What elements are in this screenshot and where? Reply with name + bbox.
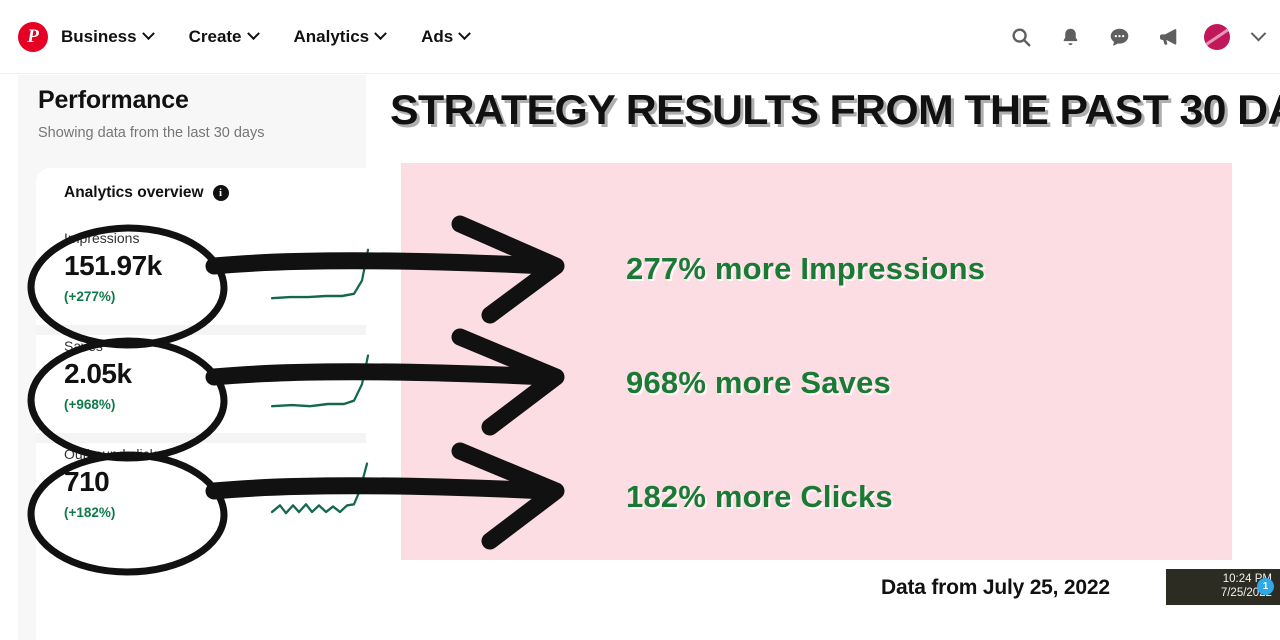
metric-value: 710 (64, 466, 110, 497)
nav-item-create[interactable]: Create (188, 26, 260, 47)
sparkline-chart (270, 354, 370, 408)
screenshot-root: P Business Create Analytics Ads Performa… (0, 0, 1280, 640)
metric-value: 151.97k (64, 250, 162, 281)
metric-divider (36, 433, 366, 443)
headline-text: STRATEGY RESULTS FROM THE PAST 30 DAYS (390, 86, 1280, 133)
announcements-megaphone-icon[interactable] (1155, 24, 1181, 50)
analytics-overview-header: Analytics overview i (64, 184, 229, 202)
nav-item-create-label: Create (188, 26, 242, 46)
sparkline-chart (270, 248, 370, 300)
metric-value: 2.05k (64, 358, 132, 389)
nav-item-analytics-label: Analytics (293, 26, 370, 46)
page-title: Performance (38, 86, 189, 114)
account-avatar[interactable] (1204, 23, 1230, 50)
page-subtitle: Showing data from the last 30 days (38, 125, 265, 141)
pinterest-logo-letter: P (27, 26, 39, 47)
chevron-down-icon (246, 27, 260, 41)
metric-row-impressions[interactable]: Impressions 151.97k (+277%) (46, 227, 370, 325)
metric-row-outbound-clicks[interactable]: Outbound clicks 710 (+182%) (46, 443, 369, 541)
pinterest-navbar: P Business Create Analytics Ads (0, 0, 1280, 74)
info-icon[interactable]: i (212, 185, 229, 201)
metric-delta: (+182%) (64, 505, 116, 520)
chevron-down-icon (374, 27, 387, 41)
nav-item-ads[interactable]: Ads (421, 26, 472, 47)
messages-icon[interactable] (1106, 24, 1132, 50)
pinterest-logo-icon[interactable]: P (18, 21, 48, 52)
nav-item-ads-label: Ads (421, 26, 454, 46)
metric-delta: (+277%) (64, 289, 116, 304)
navbar-left-group: P Business Create Analytics Ads (0, 0, 505, 73)
navbar-right-group (1008, 23, 1280, 50)
metric-label: Impressions (64, 230, 140, 246)
notifications-bell-icon[interactable] (1057, 24, 1083, 50)
analytics-overview-title: Analytics overview (64, 184, 204, 201)
performance-page: Performance Showing data from the last 3… (18, 75, 370, 640)
sparkline-chart (270, 462, 369, 515)
chevron-down-icon (141, 27, 155, 41)
callout-impressions: 277% more Impressions (626, 251, 986, 286)
analytics-overview-card: Analytics overview i Impressions 151.97k… (36, 168, 370, 640)
callout-saves: 968% more Saves (626, 365, 891, 400)
search-icon[interactable] (1008, 24, 1034, 50)
footer-note: Data from July 25, 2022 (881, 576, 1110, 599)
nav-item-analytics[interactable]: Analytics (293, 26, 387, 47)
metric-delta: (+968%) (64, 397, 116, 412)
nav-item-business-label: Business (61, 26, 137, 46)
metric-label: Saves (64, 338, 103, 354)
chevron-down-icon (458, 27, 472, 41)
taskbar-clock[interactable]: 10:24 PM 7/25/2022 1 (1166, 569, 1280, 605)
metric-divider (36, 325, 366, 335)
notification-badge[interactable]: 1 (1257, 578, 1274, 595)
metric-row-saves[interactable]: Saves 2.05k (+968%) (46, 335, 370, 433)
metric-label: Outbound clicks (64, 446, 164, 462)
callout-clicks: 182% more Clicks (626, 479, 893, 514)
nav-item-business[interactable]: Business (61, 26, 155, 47)
account-chevron-down-icon[interactable] (1250, 25, 1267, 42)
